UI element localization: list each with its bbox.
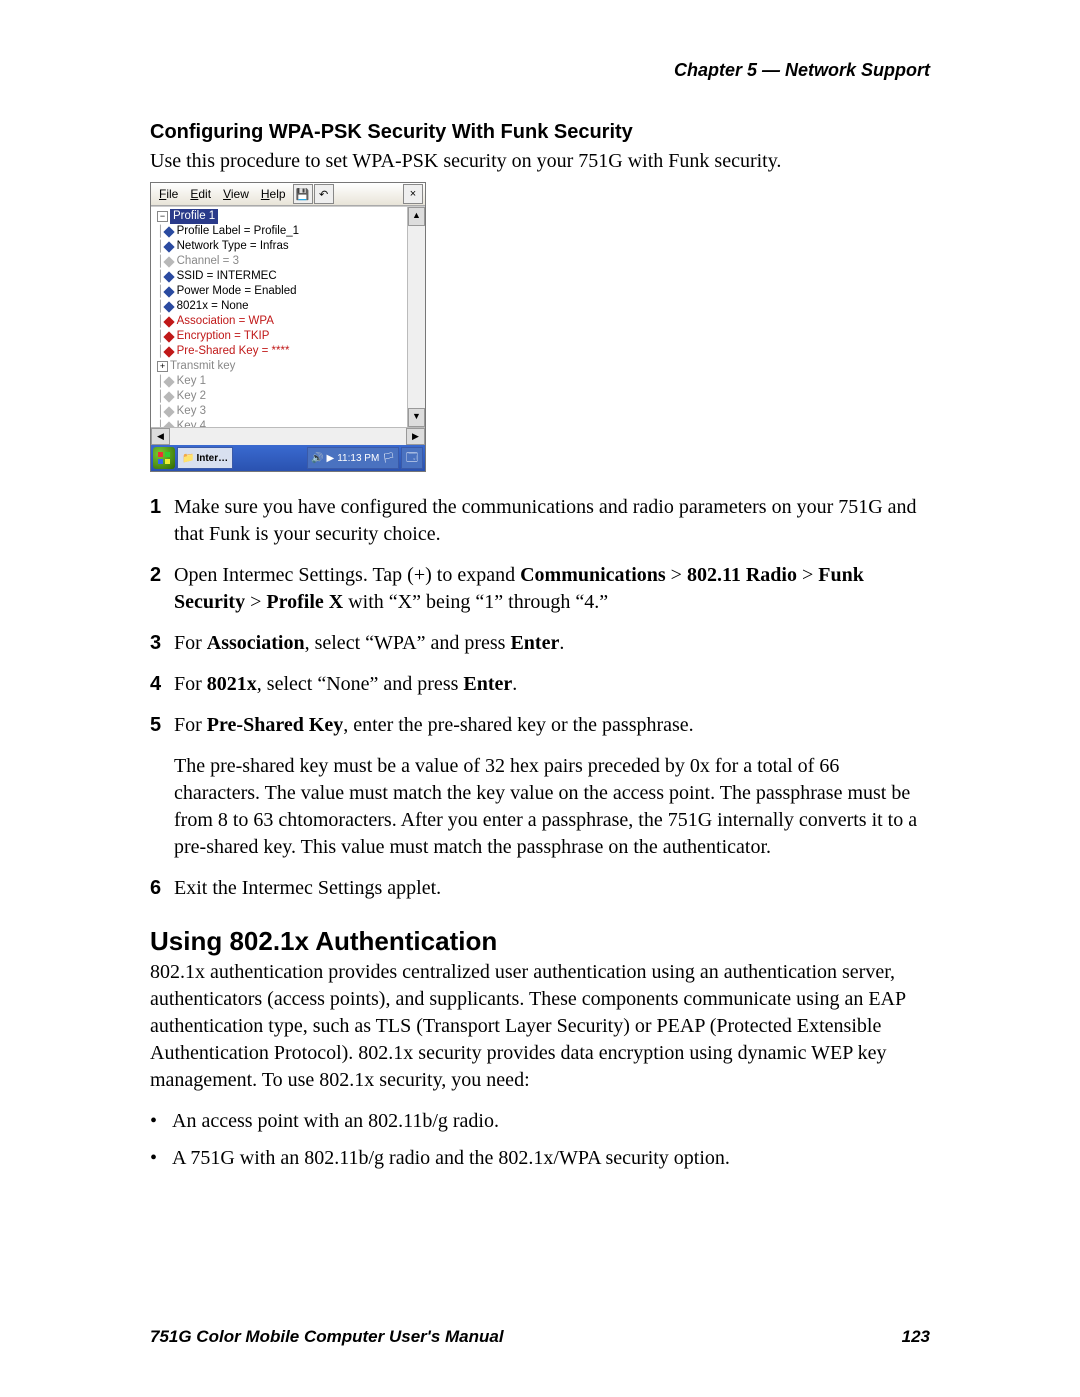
expand-icon[interactable]: + <box>157 361 168 372</box>
menubar: File Edit View Help 💾 ↶ × <box>151 183 425 206</box>
step-number: 6 <box>150 875 174 902</box>
vertical-scrollbar[interactable]: ▲ ▼ <box>407 207 425 427</box>
tree-item[interactable]: SSID = INTERMEC <box>177 269 277 284</box>
bullet-item: •A 751G with an 802.11b/g radio and the … <box>150 1145 930 1172</box>
scroll-down-icon[interactable]: ▼ <box>408 408 425 427</box>
tree-item[interactable]: 8021x = None <box>177 299 249 314</box>
diamond-icon <box>163 346 174 357</box>
tree-item[interactable]: Association = WPA <box>177 314 274 329</box>
tree-node-transmit[interactable]: Transmit key <box>170 359 235 374</box>
step-body: Exit the Intermec Settings applet. <box>174 875 930 902</box>
step-number: 4 <box>150 671 174 698</box>
menu-edit[interactable]: Edit <box>184 187 217 201</box>
steps-list: 1Make sure you have configured the commu… <box>150 494 930 902</box>
tree-item[interactable]: Key 3 <box>177 404 206 419</box>
tree-item[interactable]: Encryption = TKIP <box>177 329 270 344</box>
step-number: 2 <box>150 562 174 616</box>
system-tray[interactable]: 🔊 ▶ 11:13 PM 🏳 <box>307 447 399 469</box>
step-body: For 8021x, select “None” and press Enter… <box>174 671 930 698</box>
status-icon[interactable]: 🏳 <box>382 453 395 464</box>
step-number: 1 <box>150 494 174 548</box>
step-body: For Association, select “WPA” and press … <box>174 630 930 657</box>
diamond-icon <box>163 271 174 282</box>
tree-item[interactable]: Pre-Shared Key = **** <box>177 344 290 359</box>
chapter-header: Chapter 5 — Network Support <box>150 60 930 81</box>
section-intro: Use this procedure to set WPA-PSK securi… <box>150 148 930 174</box>
horizontal-scrollbar[interactable]: ◀ ▶ <box>151 427 425 445</box>
step-number: 5 <box>150 712 174 861</box>
bullet-text: An access point with an 802.11b/g radio. <box>172 1108 499 1135</box>
step-number: 3 <box>150 630 174 657</box>
tree-item[interactable]: Network Type = Infras <box>177 239 289 254</box>
menu-file[interactable]: File <box>153 187 184 201</box>
speaker-icon[interactable]: 🔊 <box>311 453 323 464</box>
bullet-icon: • <box>150 1145 172 1172</box>
section2-paragraph: 802.1x authentication provides centraliz… <box>150 959 930 1094</box>
clock: 11:13 PM <box>337 453 379 464</box>
page-footer: 751G Color Mobile Computer User's Manual… <box>150 1327 930 1347</box>
diamond-icon <box>163 256 174 267</box>
tree-item[interactable]: Power Mode = Enabled <box>177 284 297 299</box>
diamond-icon <box>163 286 174 297</box>
tree-item[interactable]: Key 1 <box>177 374 206 389</box>
tree-item[interactable]: Channel = 3 <box>177 254 239 269</box>
section-title-2: Using 802.1x Authentication <box>150 926 930 957</box>
tray-icon[interactable]: ▶ <box>327 453 335 464</box>
step-item: 5For Pre-Shared Key, enter the pre-share… <box>150 712 930 861</box>
step-item: 2Open Intermec Settings. Tap (+) to expa… <box>150 562 930 616</box>
step-body: For Pre-Shared Key, enter the pre-shared… <box>174 712 930 861</box>
folder-icon: 📁 <box>182 453 194 464</box>
tree-item[interactable]: Key 4 <box>177 419 206 427</box>
screenshot-window: File Edit View Help 💾 ↶ × −Profile 1 │ P… <box>150 182 426 472</box>
tree-node-profile[interactable]: Profile 1 <box>170 209 218 224</box>
tree-item[interactable]: Profile Label = Profile_1 <box>177 224 299 239</box>
scroll-left-icon[interactable]: ◀ <box>151 428 170 445</box>
page-number: 123 <box>902 1327 930 1347</box>
step-body: Open Intermec Settings. Tap (+) to expan… <box>174 562 930 616</box>
diamond-icon <box>163 316 174 327</box>
undo-icon[interactable]: ↶ <box>314 184 334 204</box>
bullet-list: •An access point with an 802.11b/g radio… <box>150 1108 930 1172</box>
close-icon[interactable]: × <box>403 184 423 204</box>
diamond-icon <box>163 301 174 312</box>
step-item: 4For 8021x, select “None” and press Ente… <box>150 671 930 698</box>
diamond-icon <box>163 226 174 237</box>
diamond-icon <box>163 406 174 417</box>
step-item: 1Make sure you have configured the commu… <box>150 494 930 548</box>
diamond-icon <box>163 421 174 427</box>
diamond-icon <box>163 391 174 402</box>
collapse-icon[interactable]: − <box>157 211 168 222</box>
step-item: 6Exit the Intermec Settings applet. <box>150 875 930 902</box>
taskbar: 📁 Inter… 🔊 ▶ 11:13 PM 🏳 🗔 <box>151 445 425 471</box>
windows-flag-icon <box>157 451 171 465</box>
start-button[interactable] <box>153 447 175 469</box>
page: Chapter 5 — Network Support Configuring … <box>0 0 1080 1397</box>
diamond-icon <box>163 331 174 342</box>
menu-help[interactable]: Help <box>255 187 292 201</box>
bullet-text: A 751G with an 802.11b/g radio and the 8… <box>172 1145 730 1172</box>
step-item: 3For Association, select “WPA” and press… <box>150 630 930 657</box>
scroll-up-icon[interactable]: ▲ <box>408 207 425 226</box>
footer-title: 751G Color Mobile Computer User's Manual <box>150 1327 504 1347</box>
bullet-item: •An access point with an 802.11b/g radio… <box>150 1108 930 1135</box>
step-body: Make sure you have configured the commun… <box>174 494 930 548</box>
menu-view[interactable]: View <box>217 187 255 201</box>
tree-item[interactable]: Key 2 <box>177 389 206 404</box>
diamond-icon <box>163 241 174 252</box>
bullet-icon: • <box>150 1108 172 1135</box>
tree-view[interactable]: −Profile 1 │ Profile Label = Profile_1 │… <box>151 207 407 427</box>
save-icon[interactable]: 💾 <box>293 184 313 204</box>
show-desktop-button[interactable]: 🗔 <box>401 447 423 469</box>
diamond-icon <box>163 376 174 387</box>
section-title-1: Configuring WPA-PSK Security With Funk S… <box>150 121 930 144</box>
taskbar-app-button[interactable]: 📁 Inter… <box>177 447 233 469</box>
scroll-right-icon[interactable]: ▶ <box>406 428 425 445</box>
